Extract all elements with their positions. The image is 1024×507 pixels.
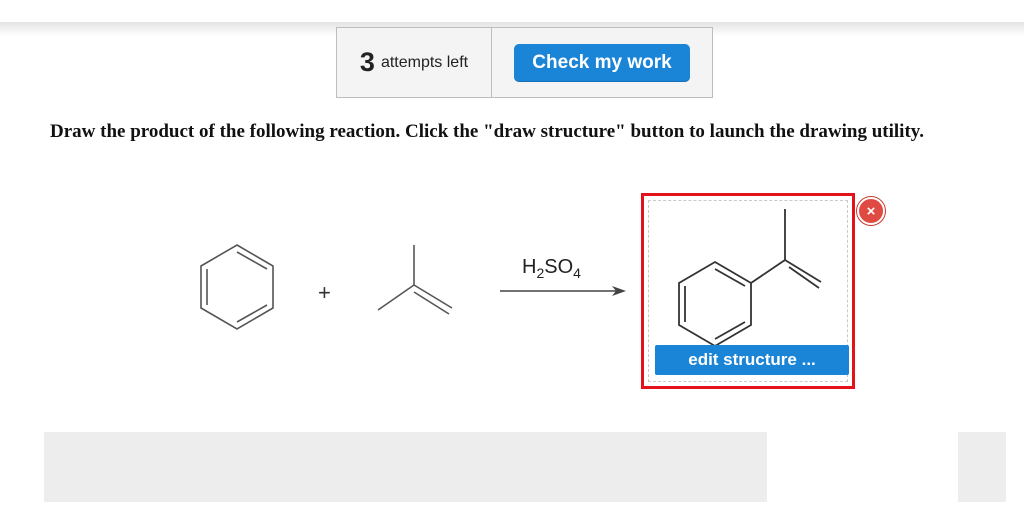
reagent-h: H: [522, 256, 537, 278]
close-icon[interactable]: ×: [857, 197, 885, 225]
bottom-panel-left: [44, 432, 767, 502]
attempts-count: 3: [359, 47, 375, 77]
bottom-panel-right: [958, 432, 1006, 502]
isobutylene-molecule: [377, 245, 453, 315]
reagent-so: SO: [544, 256, 574, 278]
check-area: Check my work: [492, 28, 712, 97]
reagent-so-subscript: 4: [573, 265, 581, 281]
answer-box[interactable]: edit structure ...: [641, 193, 855, 389]
answer-drawing-area[interactable]: edit structure ...: [648, 200, 849, 382]
check-my-work-button[interactable]: Check my work: [514, 43, 690, 82]
benzene-molecule: [200, 244, 274, 330]
plus-sign: +: [318, 280, 331, 305]
product-structure: [678, 209, 822, 348]
question-prompt: Draw the product of the following reacti…: [50, 121, 924, 142]
reagent-label: H2SO4: [522, 256, 581, 281]
edit-structure-button[interactable]: edit structure ...: [655, 345, 849, 375]
attempts-toolbar: 3 attempts left Check my work: [336, 27, 713, 98]
reaction-arrow: [500, 286, 626, 296]
attempts-label: attempts left: [380, 53, 469, 71]
attempts-counter: 3 attempts left: [337, 28, 492, 97]
